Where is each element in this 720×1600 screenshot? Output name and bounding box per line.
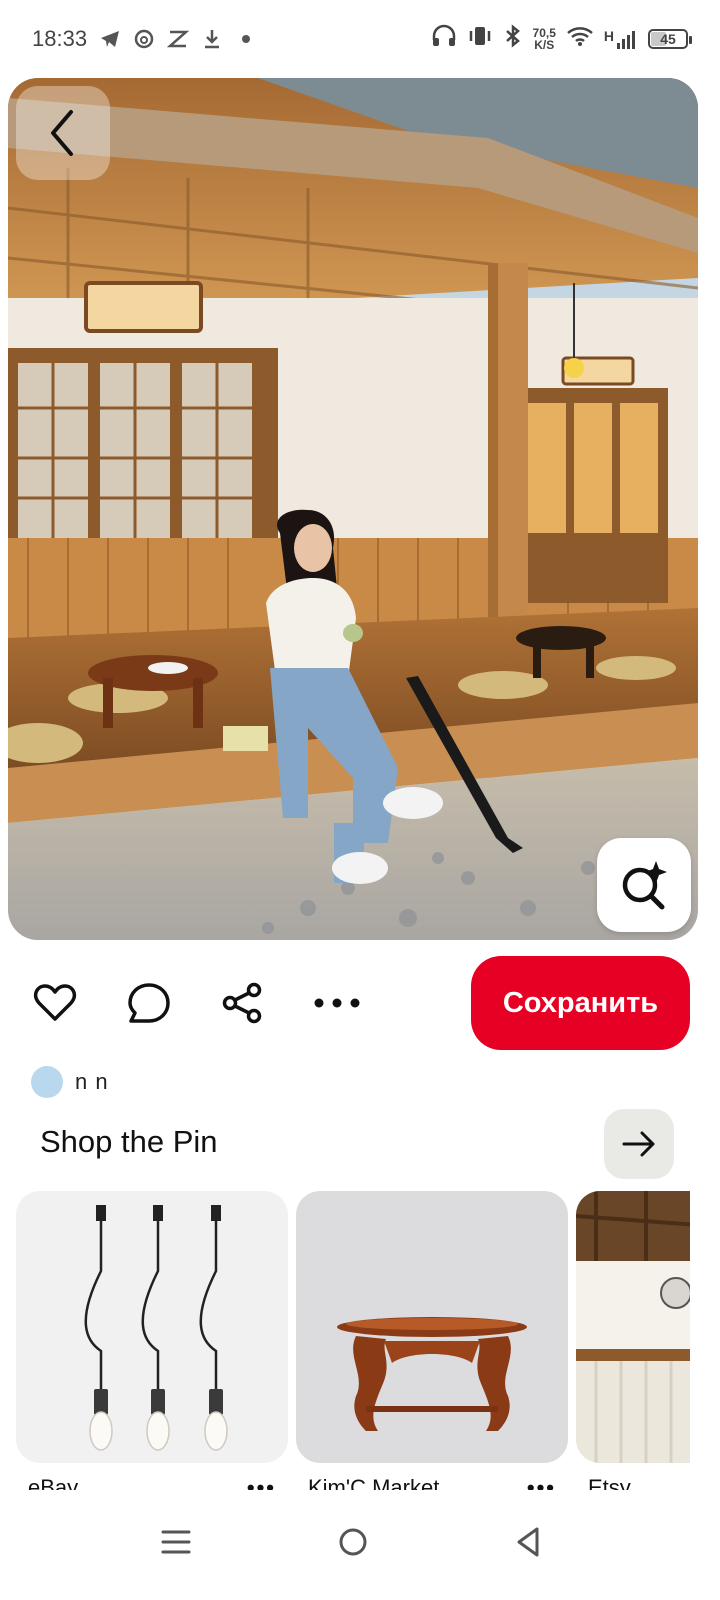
network-speed: 70,5 K/S [533, 27, 556, 51]
product-store[interactable]: Etsy [588, 1475, 631, 1491]
back-button[interactable] [16, 86, 110, 180]
battery-icon: 45 [648, 29, 692, 49]
shop-products-carousel[interactable]: eBay ••• Kim'C Market ••• Etsy [16, 1191, 690, 1491]
recents-button[interactable] [146, 1512, 206, 1572]
bluetooth-icon [503, 24, 523, 54]
product-more-button[interactable]: ••• [527, 1475, 556, 1491]
more-options-button[interactable] [312, 978, 362, 1028]
product-image[interactable] [296, 1191, 568, 1463]
product-card[interactable]: Kim'C Market ••• [296, 1191, 568, 1491]
triangle-back-icon [517, 1527, 539, 1557]
shop-the-pin-title: Shop the Pin [40, 1124, 218, 1159]
product-meta: eBay ••• [28, 1475, 276, 1491]
product-store[interactable]: eBay [28, 1475, 78, 1491]
product-meta: Kim'C Market ••• [308, 1475, 556, 1491]
signal-icon: H [604, 28, 638, 50]
more-dots-icon [314, 998, 360, 1008]
like-button[interactable] [30, 978, 80, 1028]
system-nav-bar [0, 1490, 720, 1600]
dot-icon [235, 28, 257, 50]
headphones-icon [431, 24, 457, 54]
speed-unit: K/S [534, 38, 555, 52]
heart-icon [33, 984, 77, 1021]
product-card[interactable]: Etsy [576, 1191, 690, 1491]
telegram-icon [99, 28, 121, 50]
chevron-left-icon [51, 110, 73, 156]
wifi-icon [566, 25, 594, 53]
share-button[interactable] [217, 978, 267, 1028]
product-image[interactable] [576, 1191, 690, 1463]
author-name[interactable]: n n [75, 1069, 109, 1095]
comment-button[interactable] [124, 978, 174, 1028]
shop-arrow-button[interactable] [604, 1109, 674, 1179]
product-image[interactable] [16, 1191, 288, 1463]
battery-level: 45 [660, 31, 676, 47]
back-nav-button[interactable] [498, 1512, 558, 1572]
arrow-right-icon [622, 1131, 655, 1157]
product-more-button[interactable]: ••• [247, 1475, 276, 1491]
avatar[interactable] [31, 1066, 63, 1098]
vibrate-icon [467, 24, 493, 54]
network-type: H [603, 28, 614, 44]
pin-action-row: Сохранить [0, 956, 720, 1050]
status-left: 18:33 [32, 26, 257, 52]
home-button[interactable] [323, 1512, 383, 1572]
product-store[interactable]: Kim'C Market [308, 1475, 439, 1491]
status-bar: 18:33 70,5 K/S H 45 [0, 0, 720, 78]
pin-author[interactable]: n n [31, 1066, 109, 1098]
comment-bubble-icon [128, 983, 170, 1023]
threads-icon [133, 28, 155, 50]
share-icon [222, 982, 262, 1024]
circle-home-icon [339, 1528, 367, 1556]
status-time: 18:33 [32, 26, 88, 51]
capcut-icon [166, 28, 190, 50]
product-card[interactable]: eBay ••• [16, 1191, 288, 1491]
status-right: 70,5 K/S H 45 [431, 24, 692, 54]
visual-search-button[interactable] [597, 838, 691, 932]
menu-lines-icon [161, 1530, 191, 1554]
pin-image[interactable] [8, 78, 698, 940]
lens-sparkle-icon [622, 861, 667, 910]
download-icon [201, 28, 223, 50]
product-meta: Etsy [588, 1475, 690, 1491]
save-button[interactable]: Сохранить [471, 956, 690, 1050]
